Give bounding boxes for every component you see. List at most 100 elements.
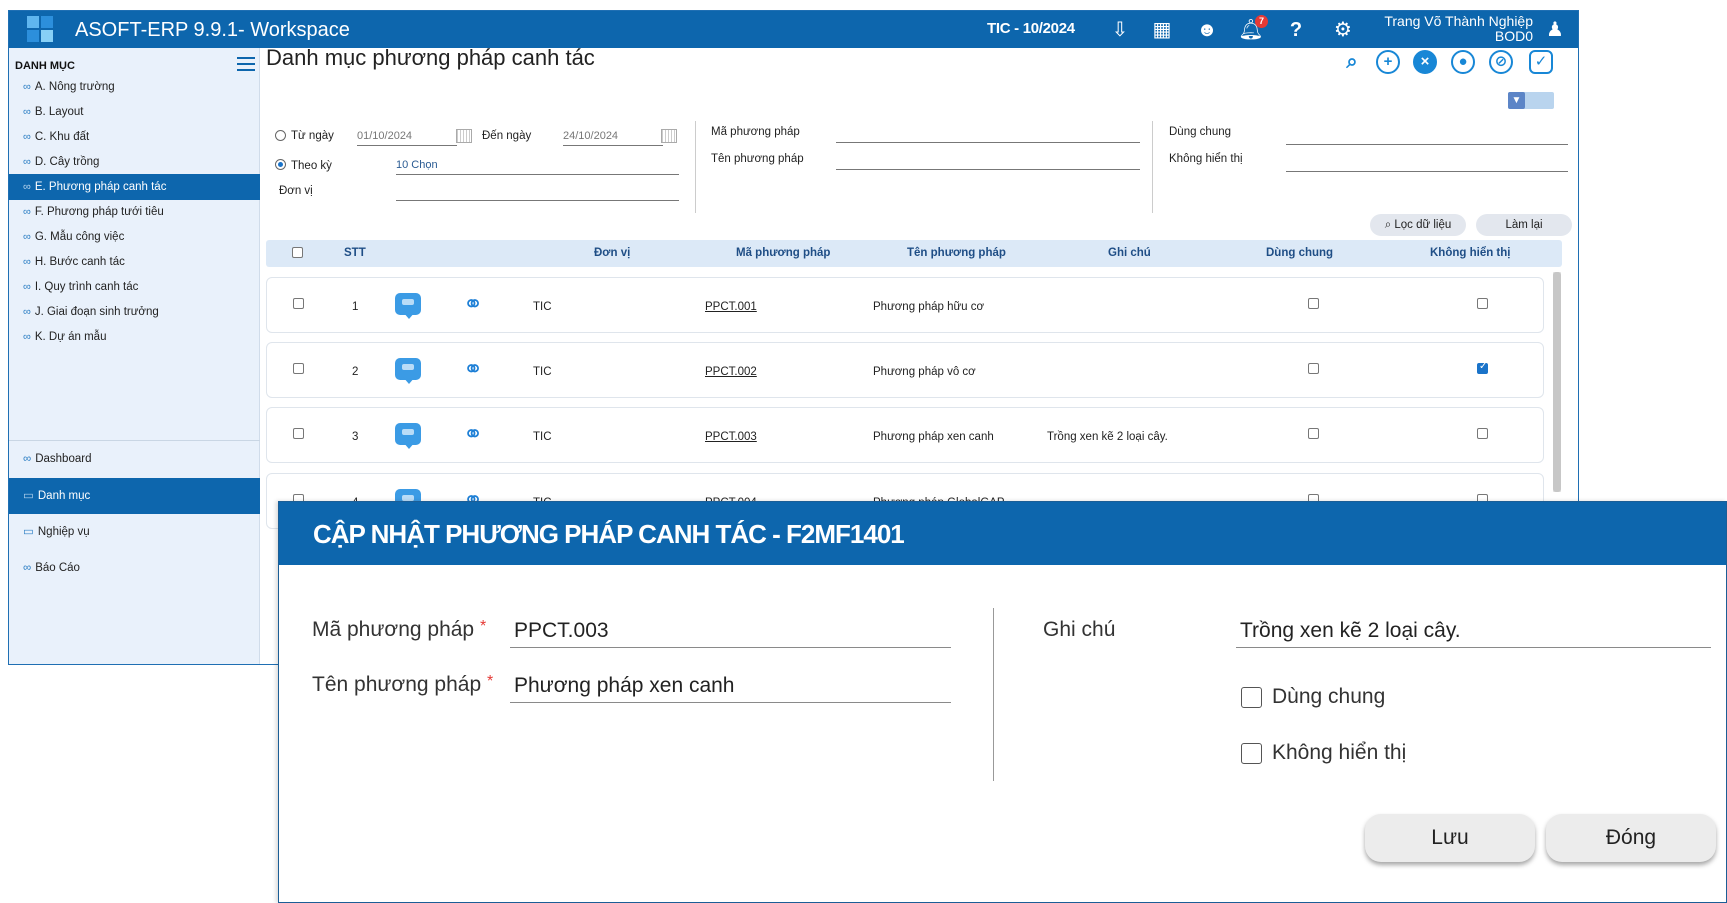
col-stt[interactable]: STT: [344, 240, 366, 267]
period-selector[interactable]: TIC - 10/2024: [987, 20, 1075, 37]
filter-data-button[interactable]: ⌕ Lọc dữ liệu: [1370, 214, 1466, 236]
col-unit[interactable]: Đơn vị: [594, 240, 630, 267]
download-icon[interactable]: ⇩: [1107, 17, 1133, 43]
name-filter-input[interactable]: [836, 150, 1140, 170]
row-shared-checkbox[interactable]: [1308, 428, 1319, 439]
shared-checkbox[interactable]: [1241, 687, 1262, 708]
link-icon: ∞: [23, 181, 31, 193]
sidebar-item-du-an-mau[interactable]: ∞ K. Dự án mẫu: [9, 324, 260, 350]
sidebar-item-giai-doan-sinh-truong[interactable]: ∞ J. Giai đoạn sinh trưởng: [9, 299, 260, 325]
sidebar-item-layout[interactable]: ∞ B. Layout: [9, 99, 260, 125]
code-filter-label: Mã phương pháp: [711, 126, 800, 138]
table-row[interactable]: 3 ⚭ TIC PPCT.003 Phương pháp xen canh Tr…: [266, 407, 1544, 463]
row-hidden-checkbox[interactable]: [1477, 298, 1488, 309]
row-shared-checkbox[interactable]: [1308, 298, 1319, 309]
save-button[interactable]: Lưu: [1365, 814, 1535, 862]
user-info[interactable]: Trang Võ Thành Nghiệp BOD0: [1363, 14, 1533, 44]
page-title: Danh mục phương pháp canh tác: [266, 45, 595, 70]
hidden-label[interactable]: Không hiển thị: [1272, 741, 1406, 765]
disable-icon[interactable]: ⊘: [1489, 50, 1513, 74]
from-date-label: Từ ngày: [291, 130, 334, 142]
sidebar-bao-cao[interactable]: ∞ Báo Cáo: [9, 550, 260, 586]
help-icon[interactable]: ?: [1283, 17, 1309, 43]
table-row[interactable]: 1 ⚭ TIC PPCT.001 Phương pháp hữu cơ: [266, 277, 1544, 333]
row-checkbox[interactable]: [293, 298, 304, 309]
sidebar-item-mau-cong-viec[interactable]: ∞ G. Mẫu công việc: [9, 224, 260, 250]
row-name: Phương pháp vô cơ: [873, 366, 976, 378]
col-name[interactable]: Tên phương pháp: [907, 240, 1006, 267]
sidebar-header: DANH MỤC: [15, 60, 75, 72]
link-icon[interactable]: ⚭: [463, 290, 483, 319]
sidebar-item-quy-trinh-canh-tac[interactable]: ∞ I. Quy trình canh tác: [9, 274, 260, 300]
view-icon[interactable]: ●: [1451, 50, 1475, 74]
sidebar-item-nong-truong[interactable]: ∞ A. Nông trường: [9, 74, 260, 100]
hidden-checkbox[interactable]: [1241, 743, 1262, 764]
user-icon[interactable]: ♟: [1542, 17, 1568, 43]
select-all-checkbox[interactable]: [292, 247, 303, 258]
calendar-icon[interactable]: ▦: [1149, 17, 1175, 43]
link-icon: ∞: [23, 281, 31, 293]
grid-scrollbar[interactable]: [1553, 272, 1561, 492]
link-icon: ∞: [23, 331, 31, 343]
enable-icon[interactable]: ✓: [1529, 50, 1553, 74]
comment-icon[interactable]: [395, 423, 421, 449]
sidebar-item-phuong-phap-canh-tac[interactable]: ∞ E. Phương pháp canh tác: [9, 174, 260, 200]
row-shared-checkbox[interactable]: [1308, 363, 1319, 374]
row-hidden-checkbox[interactable]: [1477, 428, 1488, 439]
table-row[interactable]: 2 ⚭ TIC PPCT.002 Phương pháp vô cơ: [266, 342, 1544, 398]
calendar-icon[interactable]: [456, 129, 472, 143]
close-button[interactable]: Đóng: [1546, 814, 1716, 862]
sidebar-item-phuong-phap-tuoi-tieu[interactable]: ∞ F. Phương pháp tưới tiêu: [9, 199, 260, 225]
sidebar-nghiep-vu[interactable]: ▭ Nghiệp vụ: [9, 514, 260, 550]
settings-icon[interactable]: ⚙: [1330, 17, 1356, 43]
filter-chip[interactable]: ▼: [1508, 92, 1554, 109]
comment-icon[interactable]: [395, 358, 421, 384]
row-code-link[interactable]: PPCT.002: [705, 365, 757, 379]
link-icon[interactable]: ⚭: [463, 355, 483, 384]
period-radio[interactable]: [275, 159, 286, 170]
name-input[interactable]: Phương pháp xen canh: [510, 669, 951, 703]
code-filter-input[interactable]: [836, 123, 1140, 143]
note-input[interactable]: Trồng xen kẽ 2 loại cây.: [1236, 614, 1711, 648]
delete-icon[interactable]: ×: [1413, 50, 1437, 74]
col-code[interactable]: Mã phương pháp: [736, 240, 830, 267]
link-icon[interactable]: ⚭: [463, 420, 483, 449]
link-icon: ∞: [23, 206, 31, 218]
to-date-input[interactable]: 24/10/2024: [563, 126, 663, 146]
bell-icon[interactable]: 🔔︎ 7: [1238, 15, 1268, 43]
support-icon[interactable]: ☻: [1194, 17, 1220, 43]
shared-label[interactable]: Dùng chung: [1272, 685, 1385, 709]
row-code-link[interactable]: PPCT.003: [705, 430, 757, 444]
col-shared[interactable]: Dùng chung: [1266, 240, 1333, 267]
row-unit: TIC: [533, 431, 552, 443]
sidebar-item-cay-trong[interactable]: ∞ D. Cây trồng: [9, 149, 260, 175]
row-hidden-checkbox[interactable]: [1477, 361, 1488, 374]
sidebar-item-buoc-canh-tac[interactable]: ∞ H. Bước canh tác: [9, 249, 260, 275]
row-stt: 2: [352, 366, 359, 378]
unit-select[interactable]: [396, 181, 679, 201]
period-select[interactable]: 10 Chọn: [396, 155, 679, 175]
menu-toggle-icon[interactable]: [237, 57, 255, 71]
comment-icon[interactable]: [395, 293, 421, 319]
hidden-filter-select[interactable]: [1286, 152, 1568, 172]
search-icon[interactable]: ⌕: [1340, 50, 1364, 74]
row-checkbox[interactable]: [293, 428, 304, 439]
sidebar-item-khu-dat[interactable]: ∞ C. Khu đất: [9, 124, 260, 150]
from-date-radio[interactable]: [275, 130, 286, 141]
col-note[interactable]: Ghi chú: [1108, 240, 1151, 267]
code-input[interactable]: PPCT.003: [510, 614, 951, 648]
calendar-icon[interactable]: [661, 129, 677, 143]
add-icon[interactable]: +: [1376, 50, 1400, 74]
row-checkbox[interactable]: [293, 363, 304, 374]
sidebar-danh-muc[interactable]: ▭ Danh mục: [9, 478, 260, 514]
hidden-filter-label: Không hiển thị: [1169, 153, 1243, 165]
reset-button[interactable]: Làm lại: [1476, 214, 1572, 236]
row-code-link[interactable]: PPCT.001: [705, 300, 757, 314]
folder-icon: ▭: [23, 526, 34, 538]
col-hidden[interactable]: Không hiển thị: [1430, 240, 1510, 267]
from-date-input[interactable]: 01/10/2024: [357, 126, 457, 146]
sidebar-dashboard[interactable]: ∞ Dashboard: [9, 441, 260, 477]
shared-filter-select[interactable]: [1286, 125, 1568, 145]
logo-icon[interactable]: [27, 16, 55, 43]
name-label: Tên phương pháp *: [312, 673, 494, 696]
